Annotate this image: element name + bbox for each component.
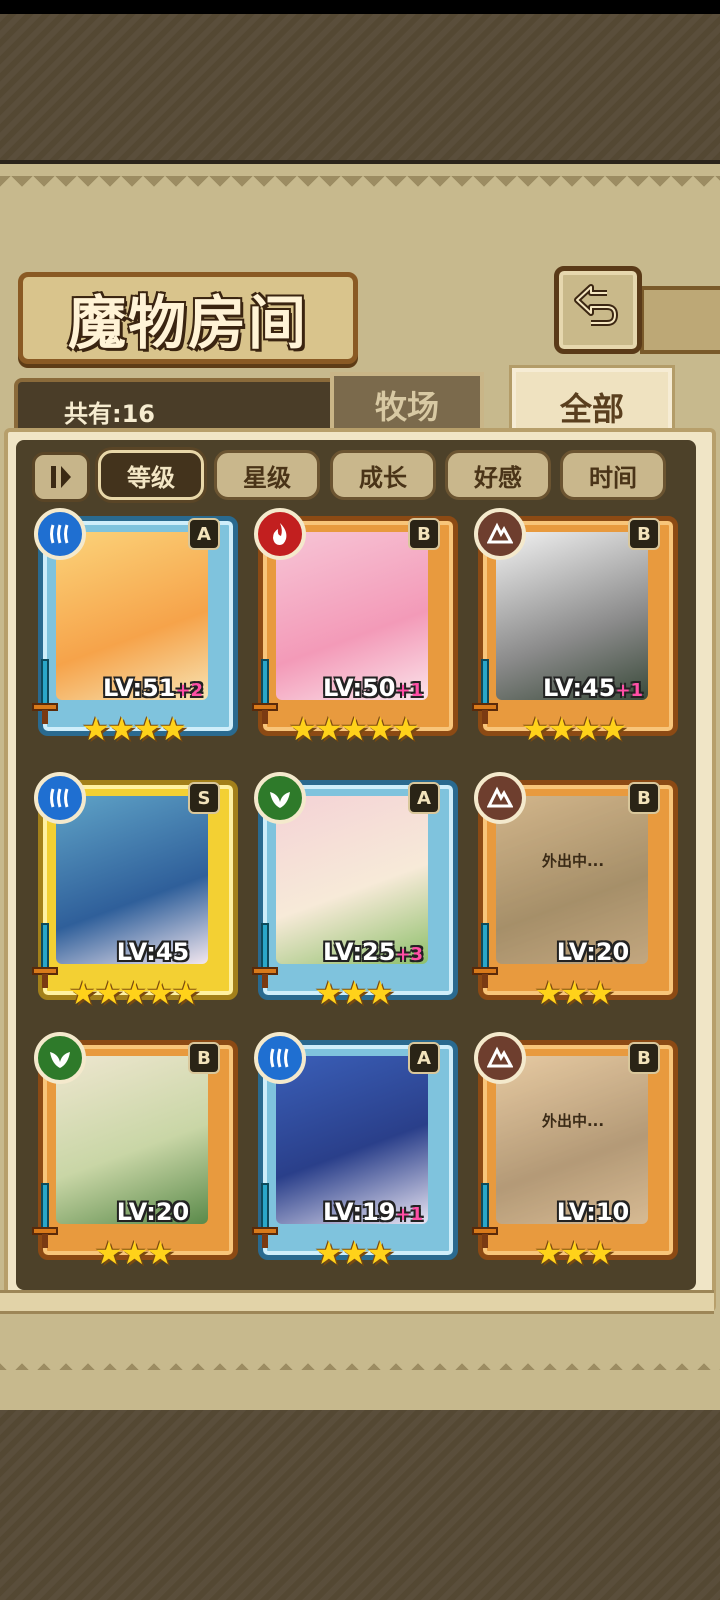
level-value: LV:19 [322, 1198, 396, 1226]
level-bonus: +2 [175, 680, 204, 701]
top-decor-band [0, 14, 720, 164]
level-value: LV:25 [322, 938, 396, 966]
monster-card[interactable]: B LV:50+1 ★★★★★ [252, 508, 458, 748]
back-arrow-icon [574, 284, 618, 326]
earth-element-icon [474, 508, 526, 560]
plant-element-icon [254, 772, 306, 824]
star-rating: ★★★ [314, 1234, 394, 1272]
panel-bottom-rail [0, 1290, 714, 1314]
water-element-icon [34, 508, 86, 560]
back-button-rail [640, 286, 720, 354]
sort-time-button[interactable]: 时间 [560, 450, 666, 500]
level-text: LV:45+1 [518, 674, 668, 702]
level-value: LV:10 [556, 1198, 630, 1226]
level-text: LV:25+3 [298, 938, 448, 966]
monster-card[interactable]: S LV:45 ★★★★★ [32, 772, 238, 1012]
rank-badge: B [628, 518, 660, 550]
water-element-icon [254, 1032, 306, 1084]
zigzag-border-bottom [0, 1352, 720, 1370]
monster-card[interactable]: 外出中... B LV:20 ★★★ [472, 772, 678, 1012]
plant-element-icon [34, 1032, 86, 1084]
star-rating: ★★★★ [81, 710, 188, 748]
sort-growth-button[interactable]: 成长 [330, 450, 436, 500]
monster-card[interactable]: A LV:51+2 ★★★★ [32, 508, 238, 748]
level-text: LV:10 [518, 1198, 668, 1226]
earth-element-icon [474, 772, 526, 824]
back-button[interactable] [554, 266, 642, 354]
sort-order-toggle[interactable] [32, 452, 90, 502]
rank-badge: A [188, 518, 220, 550]
level-bonus: +1 [395, 680, 424, 701]
rank-badge: S [188, 782, 220, 814]
star-rating: ★★★ [534, 974, 614, 1012]
monster-card[interactable]: A LV:19+1 ★★★ [252, 1032, 458, 1272]
star-rating: ★★★ [534, 1234, 614, 1272]
level-text: LV:19+1 [298, 1198, 448, 1226]
level-value: LV:51 [102, 674, 176, 702]
rank-badge: A [408, 782, 440, 814]
tab-ranch[interactable]: 牧场 [330, 372, 484, 434]
level-value: LV:50 [322, 674, 396, 702]
sort-star-button[interactable]: 星级 [214, 450, 320, 500]
monster-count-bar: 共有:16 [14, 378, 362, 434]
monster-card[interactable]: B LV:45+1 ★★★★ [472, 508, 678, 748]
away-status: 外出中... [541, 1112, 605, 1130]
rank-badge: B [628, 782, 660, 814]
status-bar [0, 0, 720, 14]
page-title: 魔物房间 [67, 289, 308, 357]
star-rating: ★★★ [314, 974, 394, 1012]
zigzag-border-top [0, 176, 720, 194]
level-bonus: +1 [395, 1204, 424, 1225]
fire-element-icon [254, 508, 306, 560]
sort-level-button[interactable]: 等级 [98, 450, 204, 500]
rank-badge: B [628, 1042, 660, 1074]
star-rating: ★★★★ [521, 710, 628, 748]
rank-badge: B [188, 1042, 220, 1074]
level-value: LV:20 [116, 1198, 190, 1226]
water-element-icon [34, 772, 86, 824]
level-text: LV:51+2 [78, 674, 228, 702]
level-bonus: +1 [615, 680, 644, 701]
away-status: 外出中... [541, 852, 605, 870]
level-value: LV:45 [116, 938, 190, 966]
level-value: LV:20 [556, 938, 630, 966]
level-bonus: +3 [395, 944, 424, 965]
title-banner: 魔物房间 [18, 272, 358, 364]
star-rating: ★★★★★ [68, 974, 200, 1012]
monster-card[interactable]: 外出中... B LV:10 ★★★ [472, 1032, 678, 1272]
level-text: LV:20 [78, 1198, 228, 1226]
monster-count: 共有:16 [64, 400, 155, 428]
rank-badge: B [408, 518, 440, 550]
sort-order-icon [51, 466, 71, 488]
star-rating: ★★★★★ [288, 710, 420, 748]
monster-card[interactable]: A LV:25+3 ★★★ [252, 772, 458, 1012]
level-text: LV:45 [78, 938, 228, 966]
star-rating: ★★★ [94, 1234, 174, 1272]
monster-card[interactable]: B LV:20 ★★★ [32, 1032, 238, 1272]
level-value: LV:45 [542, 674, 616, 702]
level-text: LV:50+1 [298, 674, 448, 702]
sort-affection-button[interactable]: 好感 [445, 450, 551, 500]
level-text: LV:20 [518, 938, 668, 966]
bottom-decor-band [0, 1410, 720, 1600]
rank-badge: A [408, 1042, 440, 1074]
earth-element-icon [474, 1032, 526, 1084]
